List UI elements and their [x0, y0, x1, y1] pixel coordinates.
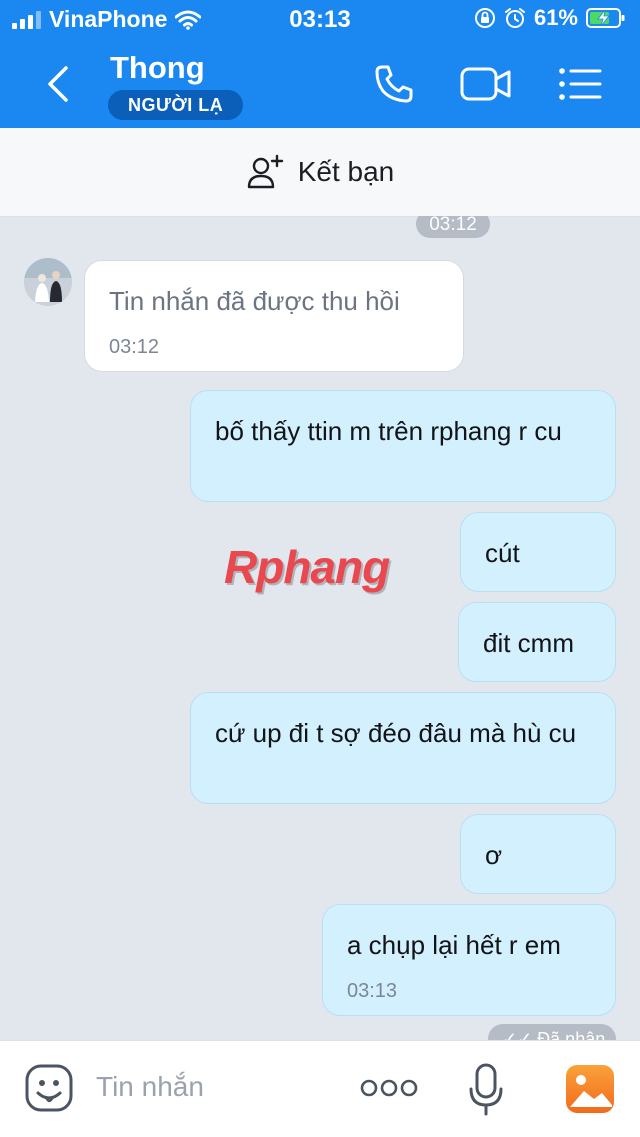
menu-icon — [559, 68, 602, 100]
message-text: đit cmm — [483, 628, 574, 658]
message-bubble[interactable]: cứ up đi t sợ đéo đâu mà hù cu — [190, 692, 616, 804]
options-button[interactable] — [552, 58, 608, 110]
message-bubble[interactable]: a chụp lại hết r em 03:13 — [322, 904, 616, 1016]
rotation-lock-icon — [474, 8, 495, 28]
gallery-button[interactable] — [564, 1063, 616, 1115]
sticker-icon — [25, 1064, 73, 1112]
message-list[interactable]: 03:12 Tin nhắn đã được thu hồi 03:12 bố … — [0, 216, 640, 1040]
video-call-icon — [460, 67, 511, 101]
more-icon — [360, 1079, 418, 1097]
message-bubble[interactable]: cút — [460, 512, 616, 592]
message-text: cút — [485, 538, 520, 568]
check-icon: ✓✓ — [502, 1029, 538, 1040]
back-icon — [48, 66, 68, 102]
status-bar: VinaPhone 03:13 61% — [0, 0, 640, 40]
watermark-logo: Rphang — [224, 541, 390, 593]
video-call-button[interactable] — [458, 58, 514, 110]
alarm-icon — [504, 8, 525, 28]
message-bubble[interactable]: Tin nhắn đã được thu hồi 03:12 — [84, 260, 464, 372]
battery-charging-icon — [586, 8, 625, 28]
message-text: cứ up đi t sợ đéo đâu mà hù cu — [215, 718, 577, 748]
seen-status: ✓✓ Đã nhận — [488, 1024, 616, 1040]
add-friend-label: Kết bạn — [297, 156, 395, 187]
message-text: bố thấy ttin m trên rphang r cu — [215, 416, 562, 446]
message-text: a chụp lại hết r em — [347, 930, 561, 960]
voice-button[interactable] — [466, 1061, 506, 1117]
status-right: 61% — [474, 5, 626, 31]
message-bubble[interactable]: ơ — [460, 814, 616, 894]
back-button[interactable] — [38, 60, 82, 108]
sticker-button[interactable] — [22, 1061, 76, 1115]
battery-percent: 61% — [533, 5, 578, 30]
message-bubble[interactable]: đit cmm — [458, 602, 616, 682]
more-button[interactable] — [358, 1071, 420, 1105]
message-time: 03:13 — [347, 980, 398, 1002]
seen-status-label: Đã nhận — [537, 1029, 606, 1040]
message-text: ơ — [485, 840, 503, 870]
chat-header: Thong NGƯỜI LẠ — [0, 40, 640, 128]
add-friend-icon — [247, 154, 283, 189]
message-bubble[interactable]: bố thấy ttin m trên rphang r cu — [190, 390, 616, 502]
message-input[interactable]: Tin nhắn — [96, 1071, 204, 1103]
image-gallery-icon — [566, 1065, 614, 1113]
time-divider: 03:12 — [416, 216, 490, 238]
avatar-photo — [24, 258, 72, 306]
phone-icon — [375, 65, 413, 103]
microphone-icon — [469, 1063, 503, 1116]
stranger-badge: NGƯỜI LẠ — [108, 90, 244, 120]
message-time: 03:12 — [109, 336, 160, 358]
message-text: Tin nhắn đã được thu hồi — [109, 286, 400, 316]
call-button[interactable] — [366, 58, 422, 110]
add-friend-button[interactable]: Kết bạn — [0, 128, 640, 217]
message-input-bar: Tin nhắn — [0, 1040, 640, 1137]
avatar[interactable] — [24, 258, 72, 306]
contact-name[interactable]: Thong — [110, 50, 205, 86]
